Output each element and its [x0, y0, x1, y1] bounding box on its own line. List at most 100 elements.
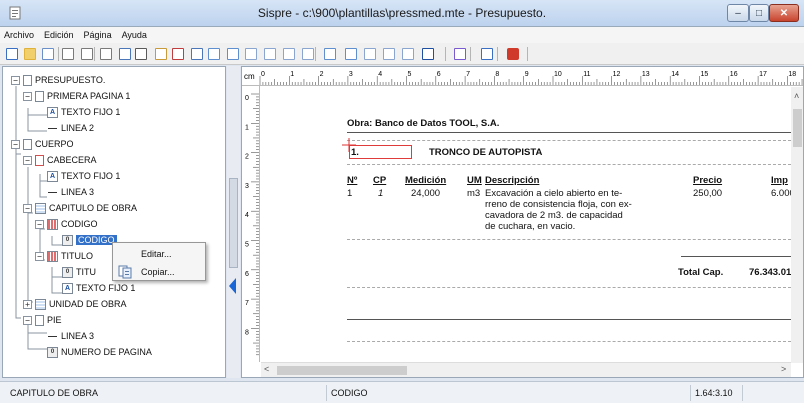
undo-button[interactable] [452, 46, 468, 62]
copy-icon [155, 48, 167, 60]
header-medicion: Medición [405, 175, 447, 186]
tree-node[interactable]: − CAPITULO DE OBRA [23, 201, 137, 215]
toolbar-separator [470, 47, 471, 61]
report-preview[interactable]: cm 0 1 2 3 4 5 6 7 8 9 10 11 12 13 14 15 16 17 18 012345678… [241, 66, 804, 378]
open-folder-button[interactable] [22, 46, 38, 62]
page-setup-button[interactable] [60, 46, 76, 62]
box-button[interactable] [281, 46, 297, 62]
tree-node[interactable]: LINEA 2 [47, 121, 94, 135]
vertical-scrollbar[interactable]: ˄ [791, 87, 803, 363]
structure-tree[interactable]: − PRESUPUESTO. − PRIMERA PAGINA 1 A TEXTO FIJ… [2, 66, 226, 378]
tools-button[interactable] [479, 46, 495, 62]
scroll-left-icon[interactable]: < [264, 364, 269, 374]
tree-node-label: NUMERO DE PAGINA [61, 347, 152, 357]
line-button[interactable] [262, 46, 278, 62]
context-edit-item[interactable]: Editar... [113, 245, 205, 262]
zoom-button[interactable] [322, 46, 338, 62]
panel-button[interactable] [189, 46, 205, 62]
collapse-node-icon[interactable]: − [35, 251, 44, 261]
tree-node[interactable]: − CUERPO [11, 137, 74, 151]
copy-button[interactable] [153, 46, 169, 62]
ruler-tick-label: 6 [245, 271, 249, 278]
tree-node[interactable]: − CABECERA [23, 153, 97, 167]
toolbar-separator [497, 47, 498, 61]
tree-node-label: CAPITULO DE OBRA [49, 203, 138, 213]
footer-line [347, 319, 791, 320]
scroll-right-icon[interactable]: > [781, 364, 786, 374]
frame-button[interactable] [300, 46, 316, 62]
chapter-title: TRONCO DE AUTOPISTA [429, 147, 543, 158]
text-icon: A [62, 282, 73, 294]
layout-button[interactable] [381, 46, 397, 62]
image-icon [245, 48, 257, 60]
collapse-node-icon[interactable]: − [11, 139, 20, 149]
tree-node[interactable]: − PRIMERA PAGINA 1 [23, 89, 130, 103]
menu-pagina[interactable]: Página [84, 30, 112, 40]
tree-node[interactable]: − PRESUPUESTO. [11, 73, 105, 87]
filter-button[interactable] [133, 46, 149, 62]
new-document-button[interactable] [4, 46, 20, 62]
tree-node[interactable]: A TEXTO FIJO 1 [47, 105, 120, 119]
menu-edicion[interactable]: Edición [44, 30, 74, 40]
tree-node[interactable]: − PIE [23, 313, 62, 327]
exit-button[interactable] [505, 46, 521, 62]
open-folder-icon [24, 48, 36, 60]
tree-node[interactable]: A TEXTO FIJO 1 [47, 169, 120, 183]
tree-node[interactable]: − TITULO [35, 249, 93, 263]
print-preview-button[interactable] [98, 46, 114, 62]
collapse-node-icon[interactable]: − [23, 315, 32, 325]
horizontal-scroll-thumb[interactable] [277, 366, 407, 375]
band-separator [347, 140, 791, 141]
table-button[interactable] [170, 46, 186, 62]
total-label: Total Cap. [678, 267, 724, 278]
window-title: Sispre - c:\900\plantillas\pressmed.mte … [257, 6, 547, 20]
maximize-button[interactable]: □ [749, 4, 769, 22]
tree-node-label: CUERPO [35, 139, 74, 149]
band-separator [347, 239, 791, 240]
collapse-node-icon[interactable]: − [23, 203, 32, 213]
table-red-icon [47, 218, 58, 230]
vertical-scroll-thumb[interactable] [793, 109, 802, 147]
ruler-tick-label: 0 [245, 95, 249, 102]
ruler-tick-label: 2 [245, 154, 249, 161]
copy-icon [118, 265, 132, 278]
tree-node[interactable]: + UNIDAD DE OBRA [23, 297, 127, 311]
ruler-tick-label: 3 [349, 71, 353, 78]
panel-splitter[interactable] [227, 66, 240, 378]
collapse-node-icon[interactable]: − [23, 91, 32, 101]
tree-node[interactable]: LINEA 3 [47, 185, 94, 199]
horizontal-scrollbar[interactable]: < > [261, 362, 791, 377]
tree-node[interactable]: − CODIGO [35, 217, 98, 231]
save-button[interactable] [40, 46, 56, 62]
tree-node[interactable]: A TEXTO FIJO 1 [62, 281, 135, 295]
collapse-node-icon[interactable]: − [23, 155, 32, 165]
find-button[interactable] [343, 46, 359, 62]
row-um: m3 [467, 188, 481, 199]
context-copy-item[interactable]: Copiar... [113, 263, 205, 280]
report-button[interactable] [420, 46, 436, 62]
minimize-button[interactable]: – [727, 4, 749, 22]
page-icon [35, 90, 44, 102]
text-button[interactable] [225, 46, 241, 62]
scroll-up-icon[interactable]: ˄ [794, 91, 799, 101]
menu-archivo[interactable]: Archivo [4, 30, 34, 40]
grid-button[interactable] [117, 46, 133, 62]
close-button[interactable]: ✕ [769, 4, 799, 22]
image-button[interactable] [243, 46, 259, 62]
tree-node[interactable]: 0 NUMERO DE PAGINA [47, 345, 152, 359]
field-button[interactable] [206, 46, 222, 62]
menu-ayuda[interactable]: Ayuda [122, 30, 147, 40]
tree-node[interactable]: 0 CODIGO [62, 233, 117, 247]
tree-node[interactable]: 0 TITU [62, 265, 96, 279]
tree-node[interactable]: LINEA 3 [47, 329, 94, 343]
collapse-node-icon[interactable]: − [11, 75, 20, 85]
page-icon [23, 138, 32, 150]
page-button[interactable] [79, 46, 95, 62]
expand-node-icon[interactable]: + [23, 299, 32, 309]
collapse-arrow-icon[interactable] [229, 278, 236, 294]
calc-button[interactable] [400, 46, 416, 62]
chart-button[interactable] [362, 46, 378, 62]
collapse-node-icon[interactable]: − [35, 219, 44, 229]
splitter-grip[interactable] [229, 178, 238, 268]
zoom-icon [324, 48, 336, 60]
